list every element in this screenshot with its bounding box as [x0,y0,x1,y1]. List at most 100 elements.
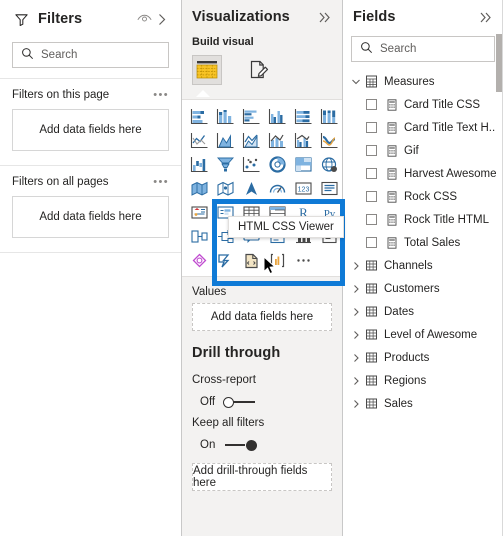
field-label: Harvest Awesome [404,167,497,180]
100-stacked-bar-chart-icon[interactable] [291,105,316,128]
table-icon [363,374,380,387]
field-label: Card Title CSS [404,98,481,111]
filters-empty-area [0,252,181,536]
fields-header: Fields [343,0,503,34]
keep-all-filters-toggle[interactable] [223,439,258,451]
chevron-right-icon [349,307,363,317]
table-icon [363,282,380,295]
fields-table-products[interactable]: Products [349,346,503,369]
filters-on-all-pages-menu[interactable]: ••• [153,177,169,188]
filters-on-this-page-menu[interactable]: ••• [153,90,169,101]
table-icon [363,328,380,341]
visualizations-header: Visualizations [182,0,342,34]
measure-icon [383,144,400,157]
html-css-viewer-icon[interactable] [239,249,264,272]
azure-map-icon[interactable] [239,177,264,200]
eye-icon[interactable] [135,10,153,28]
filters-pane: Filters Search Filters on this page ••• … [0,0,182,536]
field-item[interactable]: Gif [349,139,503,162]
field-item[interactable]: Rock Title HTML [349,208,503,231]
table-visual-button[interactable] [192,55,222,85]
pie-chart-icon[interactable] [265,153,290,176]
field-item[interactable]: Rock CSS [349,185,503,208]
keep-all-filters-toggle-row: On [182,434,342,451]
arcgis-maps-icon[interactable] [187,249,212,272]
gauge-chart-icon[interactable] [265,177,290,200]
scatter-chart-icon[interactable] [239,153,264,176]
fields-table-channels[interactable]: Channels [349,254,503,277]
fields-group-measures[interactable]: Measures [349,70,503,93]
stacked-area-chart-icon[interactable] [239,129,264,152]
fields-table-regions[interactable]: Regions [349,369,503,392]
card-icon[interactable]: 123 [291,177,316,200]
fields-table-customers[interactable]: Customers [349,277,503,300]
fields-table-sales[interactable]: Sales [349,392,503,415]
kpi-icon[interactable] [187,201,212,224]
fields-table-level-of-awesome[interactable]: Level of Awesome [349,323,503,346]
drill-through-title: Drill through [192,345,281,361]
filters-header: Filters [0,0,181,38]
format-page-button[interactable] [244,55,274,85]
double-chevron-right-icon[interactable] [477,8,495,26]
fields-table-dates[interactable]: Dates [349,300,503,323]
values-label: Values [192,286,227,298]
field-checkbox[interactable] [366,99,377,110]
treemap-icon[interactable] [291,153,316,176]
field-item[interactable]: Card Title CSS [349,93,503,116]
key-influencers-icon[interactable] [187,225,212,248]
filters-on-all-pages-dropzone[interactable]: Add data fields here [12,196,169,238]
table-icon [363,397,380,410]
filters-on-this-page-label: Filters on this page [12,89,110,101]
field-label: Rock CSS [404,190,458,203]
field-checkbox[interactable] [366,168,377,179]
clustered-bar-chart-icon[interactable] [239,105,264,128]
100-stacked-column-chart-icon[interactable] [317,105,342,128]
visual-type-gallery: 123 R Py [182,99,342,277]
line-stacked-column-chart-icon[interactable] [265,129,290,152]
toggle-track [225,444,246,446]
field-checkbox[interactable] [366,145,377,156]
funnel-chart-icon[interactable] [213,153,238,176]
search-icon [360,41,373,57]
measure-icon [383,167,400,180]
selected-tab-caret-icon [196,90,210,97]
stacked-bar-chart-icon[interactable] [187,105,212,128]
clustered-column-chart-icon[interactable] [265,105,290,128]
map-icon[interactable] [317,153,342,176]
measure-icon [383,236,400,249]
field-checkbox[interactable] [366,237,377,248]
ribbon-chart-icon[interactable] [317,129,342,152]
double-chevron-right-icon[interactable] [316,8,334,26]
values-dropzone[interactable]: Add data fields here [192,303,332,331]
chevron-right-icon[interactable] [153,10,171,28]
field-checkbox[interactable] [366,191,377,202]
filters-on-this-page-header: Filters on this page ••• [12,89,169,101]
mouse-cursor-icon [263,255,277,279]
fields-table-label: Channels [384,259,433,272]
cross-report-label: Cross-report [192,374,256,386]
fields-tree: Measures Card Title CSS Card Title Text … [343,70,503,415]
chevron-right-icon [349,399,363,409]
multi-row-card-icon[interactable] [317,177,342,200]
line-chart-icon[interactable] [187,129,212,152]
drill-through-dropzone[interactable]: Add drill-through fields here [192,463,332,491]
filters-search-input[interactable]: Search [12,42,169,68]
measure-icon [383,190,400,203]
shape-map-icon[interactable] [213,177,238,200]
area-chart-icon[interactable] [213,129,238,152]
waterfall-chart-icon[interactable] [187,153,212,176]
power-apps-icon[interactable] [213,249,238,272]
line-clustered-column-chart-icon[interactable] [291,129,316,152]
field-item[interactable]: Total Sales [349,231,503,254]
filters-on-this-page-dropzone[interactable]: Add data fields here [12,109,169,151]
filled-map-icon[interactable] [187,177,212,200]
fields-search-input[interactable]: Search [351,36,495,62]
stacked-column-chart-icon[interactable] [213,105,238,128]
field-checkbox[interactable] [366,214,377,225]
field-item[interactable]: Card Title Text H.. [349,116,503,139]
field-item[interactable]: Harvest Awesome [349,162,503,185]
field-checkbox[interactable] [366,122,377,133]
more-options-icon[interactable] [291,249,316,272]
cross-report-toggle[interactable] [223,396,257,408]
filters-search-wrap: Search [0,38,181,78]
